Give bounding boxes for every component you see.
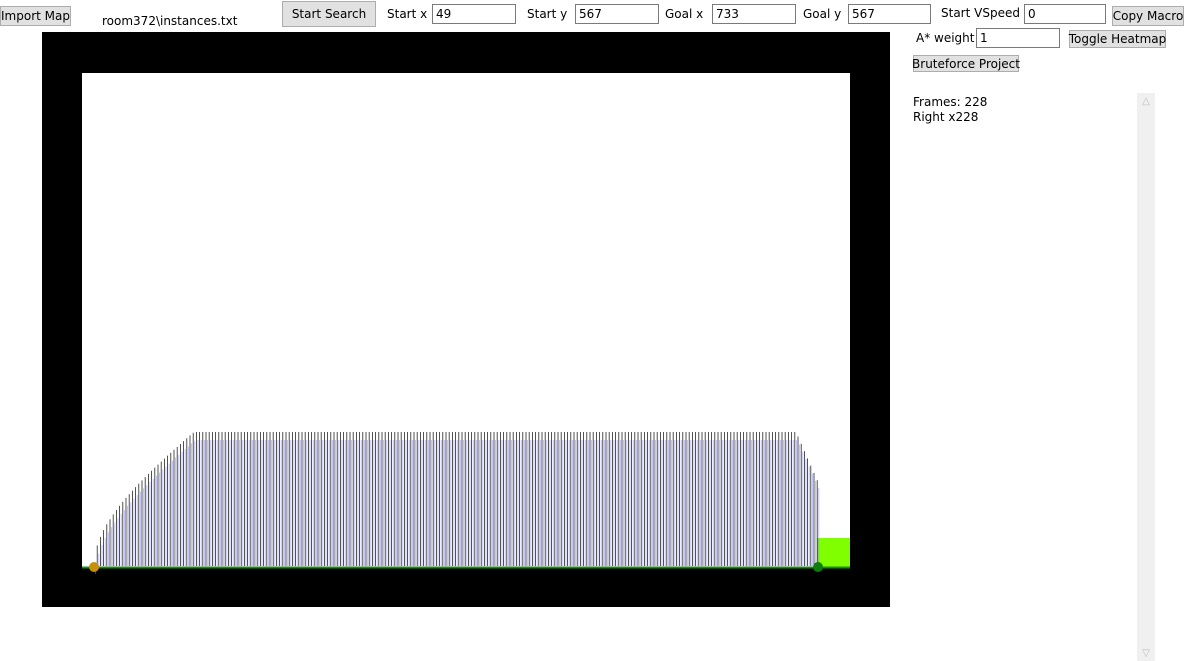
astar-weight-input[interactable] [976,28,1060,48]
scroll-up-icon[interactable]: △ [1137,93,1155,109]
copy-macro-button[interactable]: Copy Macro [1112,6,1184,26]
start-y-input[interactable] [575,4,659,24]
map-file-name: room372\instances.txt [102,14,238,28]
goal-marker [813,562,823,572]
astar-weight-label: A* weight [916,31,975,45]
map-canvas[interactable] [42,32,890,607]
start-vspeed-label: Start VSpeed [941,6,1020,20]
goal-block [817,538,850,568]
start-vspeed-input[interactable] [1024,4,1106,24]
start-search-button[interactable]: Start Search [282,1,376,27]
start-y-label: Start y [527,7,568,21]
goal-y-input[interactable] [848,4,931,24]
import-map-button[interactable]: Import Map [0,6,71,26]
start-x-input[interactable] [432,4,516,24]
input-sequence: Right x228 [913,110,979,124]
bruteforce-project-button[interactable]: Bruteforce Project [912,55,1020,72]
frames-count: Frames: 228 [913,95,988,109]
results-scrollbar[interactable]: △ ▽ [1137,93,1155,661]
start-marker [89,562,99,572]
room-interior [82,73,850,568]
goal-x-input[interactable] [712,4,796,24]
start-x-label: Start x [387,7,428,21]
goal-y-label: Goal y [803,7,842,21]
goal-x-label: Goal x [665,7,704,21]
scroll-down-icon[interactable]: ▽ [1137,645,1155,661]
toggle-heatmap-button[interactable]: Toggle Heatmap [1069,30,1166,48]
